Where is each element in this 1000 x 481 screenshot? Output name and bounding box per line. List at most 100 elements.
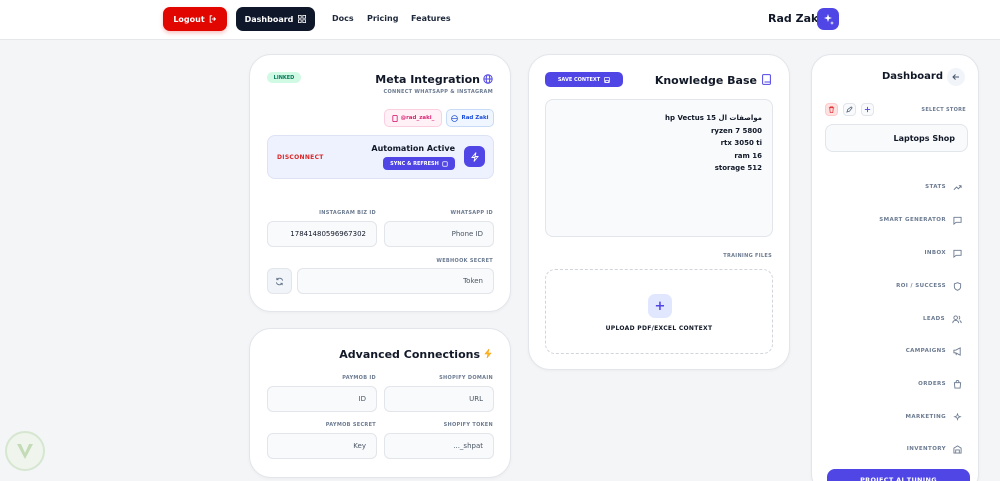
sidebar-item-label: MARKETING (905, 414, 946, 420)
sidebar-item-inventory[interactable]: INVENTORY (822, 442, 962, 456)
whatsapp-id-input[interactable]: Phone ID (384, 221, 494, 247)
shopify-domain-label: SHOPIFY DOMAIN (439, 375, 493, 381)
chat-icon (953, 249, 962, 258)
training-files-label: TRAINING FILES (723, 253, 772, 259)
disconnect-button[interactable]: DISCONNECT (277, 154, 324, 161)
sync-refresh-button[interactable]: SYNC & REFRESH (383, 157, 455, 170)
automation-toggle-button[interactable] (464, 146, 485, 167)
grid-icon (298, 15, 307, 23)
webhook-secret-label: WEBHOOK SECRET (436, 258, 493, 264)
book-icon (762, 74, 771, 85)
trash-icon (828, 106, 835, 113)
save-context-button[interactable]: SAVE CONTEXT (545, 72, 623, 87)
sidebar-item-label: ORDERS (918, 381, 946, 387)
delete-store-button[interactable] (825, 103, 838, 116)
paymob-id-input[interactable]: ID (267, 386, 377, 412)
advanced-connections-card: Advanced Connections PAYMOB ID SHOPIFY D… (249, 328, 511, 478)
paymob-secret-label: PAYMOB SECRET (325, 422, 376, 428)
instagram-account-chip[interactable]: @rad_zaki_ (384, 109, 442, 127)
sidebar: Dashboard SELECT STORE Laptops Shop STAT… (811, 54, 979, 481)
instagram-id-input[interactable]: 17841480596967302 (267, 221, 377, 247)
trending-up-icon (953, 184, 962, 190)
plus-icon[interactable]: + (648, 294, 672, 318)
card-title: Advanced Connections (339, 348, 480, 361)
instagram-id-label: INSTAGRAM BIZ ID (319, 210, 376, 216)
plus-icon (864, 106, 871, 113)
project-ai-tuning-button[interactable]: PROJECT AI TUNING (827, 469, 970, 481)
paymob-secret-input[interactable]: Key (267, 433, 377, 459)
sidebar-item-label: SMART GENERATOR (879, 217, 946, 223)
knowledge-line: مواصفات ال hp Vectus 15 (665, 114, 762, 122)
sparkles-icon[interactable] (817, 8, 839, 30)
knowledge-line: ryzen 7 5800 (710, 126, 762, 135)
sidebar-item-inbox[interactable]: INBOX (822, 246, 962, 260)
whatsapp-id-label: WHATSAPP ID (450, 210, 493, 216)
bolt-icon (484, 348, 492, 359)
paymob-id-label: PAYMOB ID (342, 375, 376, 381)
sidebar-item-leads[interactable]: LEADS (822, 312, 962, 326)
shopify-domain-input[interactable]: URL (384, 386, 494, 412)
sidebar-item-stats[interactable]: STATS (822, 180, 962, 194)
save-icon (604, 76, 611, 83)
sidebar-item-label: LEADS (922, 316, 945, 322)
sidebar-item-campaigns[interactable]: CAMPAIGNS (822, 344, 962, 358)
knowledge-textarea[interactable]: مواصفات ال hp Vectus 15 ryzen 7 5800 rtx… (545, 99, 773, 237)
sidebar-item-label: STATS (925, 184, 946, 190)
sidebar-item-roi-success[interactable]: ROI / SUCCESS (822, 279, 962, 293)
phone-icon (391, 114, 398, 122)
regenerate-token-button[interactable] (267, 268, 292, 294)
knowledge-line: storage 512 (714, 164, 762, 172)
meta-integration-card: LINKED Meta Integration CONNECT WHATSAPP… (249, 54, 511, 312)
dashboard-button[interactable]: Dashboard (236, 7, 315, 31)
pencil-icon (846, 106, 853, 113)
nav-features[interactable]: Features (411, 14, 451, 23)
sidebar-item-orders[interactable]: ORDERS (822, 377, 962, 391)
dashboard-label: Dashboard (244, 14, 294, 24)
shopify-token-label: SHOPIFY TOKEN (443, 422, 493, 428)
automation-status: Automation Active (371, 144, 455, 153)
warehouse-icon (953, 444, 962, 454)
shopping-bag-icon (953, 379, 962, 389)
knowledge-line: rtx 3050 ti (720, 139, 762, 147)
knowledge-line: ram 16 (734, 151, 762, 160)
refresh-icon (442, 160, 448, 167)
knowledge-base-card: SAVE CONTEXT Knowledge Base مواصفات ال h… (528, 54, 790, 370)
logout-icon (209, 15, 216, 23)
watermark-logo (5, 431, 45, 471)
sidebar-item-marketing[interactable]: MARKETING (822, 410, 962, 424)
edit-store-button[interactable] (843, 103, 856, 116)
facebook-name: Rad Zaki (461, 115, 489, 121)
message-square-icon (953, 216, 962, 225)
webhook-secret-input[interactable]: Token (297, 268, 494, 294)
arrow-left-icon (952, 74, 959, 80)
nav-docs[interactable]: Docs (332, 14, 354, 23)
users-icon (952, 314, 962, 323)
collapse-sidebar-button[interactable] (947, 68, 965, 86)
upload-label: UPLOAD PDF/EXCEL CONTEXT (605, 325, 713, 332)
sidebar-item-label: INVENTORY (906, 446, 946, 452)
store-select[interactable]: Laptops Shop (825, 124, 968, 152)
card-title: Meta Integration (375, 73, 480, 86)
save-context-label: SAVE CONTEXT (557, 76, 601, 83)
sidebar-item-label: CAMPAIGNS (905, 348, 946, 354)
select-store-label: SELECT STORE (921, 107, 966, 113)
shopify-token-input[interactable]: ..._shpat (384, 433, 494, 459)
sidebar-item-smart-generator[interactable]: SMART GENERATOR (822, 213, 962, 227)
shield-icon (953, 281, 962, 291)
add-store-button[interactable] (861, 103, 874, 116)
sidebar-title: Dashboard (882, 71, 943, 82)
logout-label: Logout (173, 14, 205, 24)
logout-button[interactable]: Logout (163, 7, 227, 31)
sidebar-item-label: INBOX (924, 250, 946, 256)
instagram-handle: @rad_zaki_ (400, 115, 435, 121)
top-bar: Logout Dashboard Docs Pricing Features R… (0, 0, 1000, 40)
facebook-account-chip[interactable]: Rad Zaki (446, 109, 494, 127)
sync-label: SYNC & REFRESH (390, 160, 439, 167)
nav-pricing[interactable]: Pricing (367, 14, 398, 23)
card-subtitle: CONNECT WHATSAPP & INSTAGRAM (383, 89, 493, 95)
upload-dropzone[interactable]: + UPLOAD PDF/EXCEL CONTEXT (545, 269, 773, 354)
sparkles-icon (953, 412, 962, 421)
status-badge: LINKED (267, 72, 301, 83)
refresh-icon (275, 277, 284, 285)
globe-icon (483, 74, 493, 84)
